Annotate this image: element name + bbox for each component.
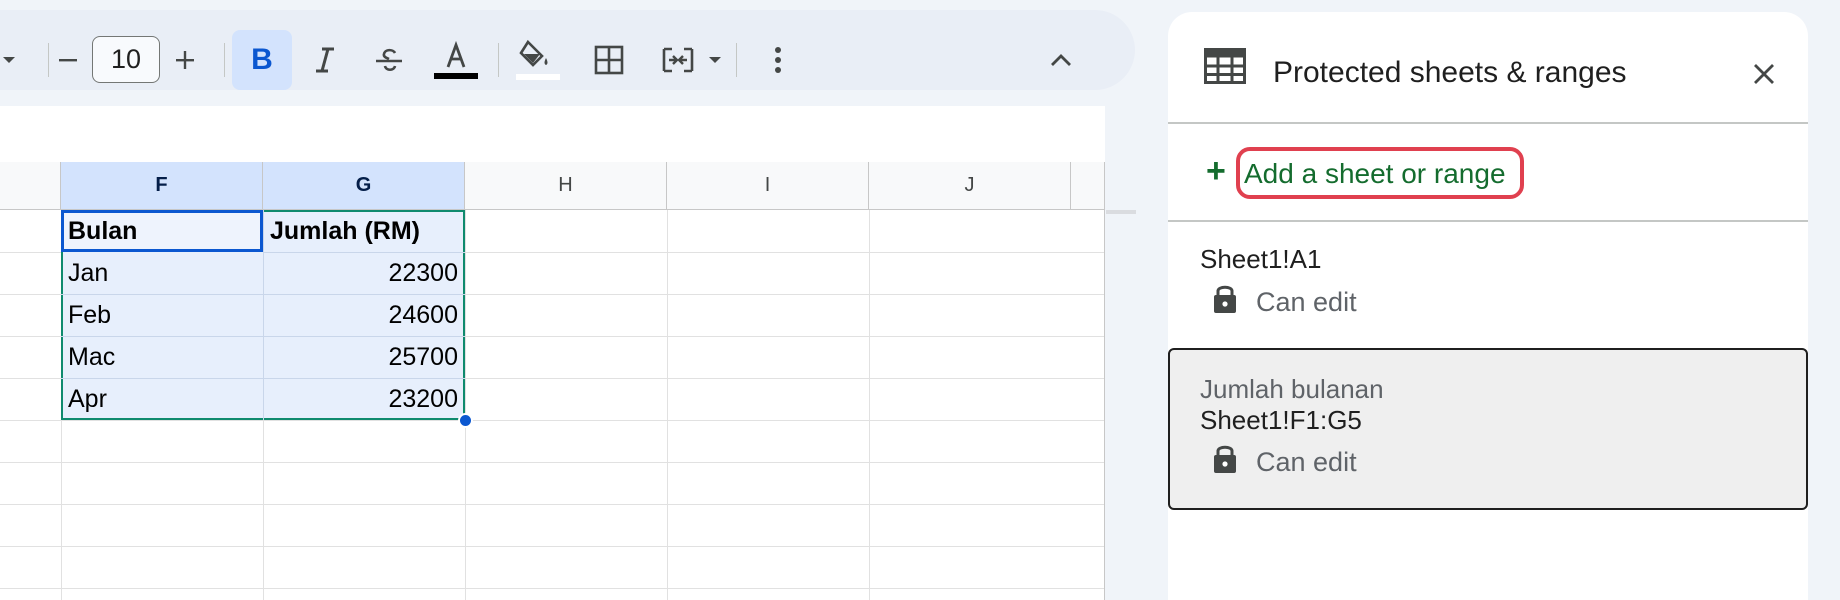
- panel-title: Protected sheets & ranges: [1273, 56, 1627, 89]
- strikethrough-button[interactable]: [366, 40, 412, 80]
- cell-f3[interactable]: Feb: [61, 294, 263, 336]
- toolbar-divider: [224, 43, 225, 77]
- column-header-partial: [1071, 162, 1105, 210]
- text-color-button[interactable]: [430, 36, 482, 84]
- column-header-f[interactable]: F: [61, 162, 263, 210]
- protected-ranges-panel: Protected sheets & ranges + Add a sheet …: [1168, 12, 1808, 600]
- cell-f1[interactable]: Bulan: [61, 210, 263, 252]
- grid-line: [0, 504, 1104, 505]
- sheets-window: 10 B F G H I J Bulan Jumlah (RM) Jan 223…: [0, 0, 1840, 600]
- cell-g5[interactable]: 23200: [263, 378, 465, 420]
- merge-dropdown-arrow-icon[interactable]: [706, 48, 724, 72]
- row-header-stub: [0, 162, 61, 210]
- column-header-g[interactable]: G: [263, 162, 465, 210]
- grid-line: [869, 210, 870, 600]
- panel-divider: [1168, 122, 1808, 124]
- cell-g4[interactable]: 25700: [263, 336, 465, 378]
- grid-line: [465, 210, 466, 600]
- column-header-j[interactable]: J: [869, 162, 1071, 210]
- grid-line: [0, 420, 1104, 421]
- toolbar-divider: [736, 43, 737, 77]
- fill-color-button[interactable]: [510, 34, 566, 84]
- grid-line: [667, 210, 668, 600]
- add-sheet-or-range-button[interactable]: Add a sheet or range: [1244, 158, 1506, 190]
- range-description: Jumlah bulanan: [1200, 374, 1384, 404]
- close-icon[interactable]: [1744, 54, 1784, 94]
- cell-g2[interactable]: 22300: [263, 252, 465, 294]
- scrollbar-track[interactable]: [1106, 210, 1136, 214]
- collapse-toolbar-icon[interactable]: [1038, 40, 1084, 80]
- cell-f2[interactable]: Jan: [61, 252, 263, 294]
- lock-icon: [1212, 282, 1238, 319]
- range-reference: Sheet1!A1: [1200, 244, 1322, 274]
- grid-line: [0, 546, 1104, 547]
- toolbar-divider: [48, 43, 49, 77]
- lock-icon: [1212, 442, 1238, 479]
- permission-label: Can edit: [1256, 447, 1357, 477]
- borders-button[interactable]: [586, 40, 632, 80]
- fill-handle[interactable]: [458, 413, 473, 428]
- spreadsheet-grid: F G H I J Bulan Jumlah (RM) Jan 22300 Fe…: [0, 106, 1136, 600]
- decrease-font-size-button[interactable]: [50, 40, 86, 80]
- bold-button[interactable]: B: [232, 30, 292, 90]
- merge-cells-button[interactable]: [652, 40, 704, 80]
- column-header-h[interactable]: H: [465, 162, 667, 210]
- grid-line: [0, 462, 1104, 463]
- cell-g3[interactable]: 24600: [263, 294, 465, 336]
- dropdown-arrow-icon[interactable]: [0, 48, 18, 72]
- grid-line: [0, 588, 1104, 589]
- cell-f5[interactable]: Apr: [61, 378, 263, 420]
- column-header-i[interactable]: I: [667, 162, 869, 210]
- range-reference: Sheet1!F1:G5: [1200, 405, 1362, 435]
- more-options-icon[interactable]: [758, 40, 798, 80]
- grid-edge: [1104, 162, 1105, 600]
- formatting-toolbar: 10 B: [0, 10, 1135, 90]
- permission-label: Can edit: [1256, 287, 1357, 317]
- cell-g1[interactable]: Jumlah (RM): [263, 210, 465, 252]
- increase-font-size-button[interactable]: [162, 40, 208, 80]
- toolbar-divider: [498, 43, 499, 77]
- italic-button[interactable]: [302, 40, 348, 80]
- font-size-input[interactable]: 10: [92, 36, 160, 83]
- protected-range-item[interactable]: [1168, 222, 1808, 346]
- bold-label: B: [251, 43, 273, 76]
- table-icon: [1204, 48, 1246, 89]
- cell-f4[interactable]: Mac: [61, 336, 263, 378]
- add-icon[interactable]: +: [1206, 152, 1226, 191]
